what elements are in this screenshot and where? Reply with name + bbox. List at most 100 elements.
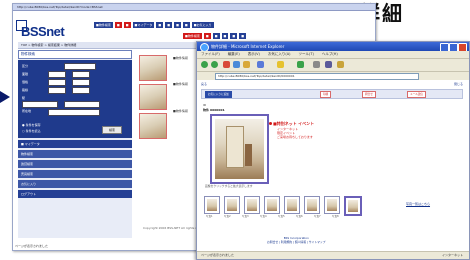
menu-tools[interactable]: ツール(T) — [298, 51, 313, 58]
close-icon[interactable] — [458, 43, 467, 51]
radio-load-option[interactable]: ○ 条件を読込 — [22, 129, 41, 133]
back-link[interactable]: 戻る — [201, 82, 207, 86]
page-heading: 詳細 — [360, 0, 404, 22]
mail-icon[interactable] — [313, 61, 320, 68]
minimize-icon[interactable] — [440, 43, 449, 51]
search-button[interactable]: 検索 — [102, 126, 122, 134]
photo-thumbnail[interactable] — [304, 196, 320, 214]
search-label: 区分 — [22, 64, 29, 68]
top-menu-item[interactable]: ■ — [174, 22, 181, 28]
sidebar-item-logout[interactable]: ログアウト — [18, 190, 132, 198]
top-menu-item[interactable]: ■物件検索 — [94, 22, 113, 28]
photo-caption: 画像をクリックすると拡大表示します — [205, 184, 253, 188]
photo-thumbnail[interactable] — [244, 196, 260, 214]
top-menu-item[interactable]: ■ — [156, 22, 164, 28]
top-menu-item[interactable]: ■ — [165, 22, 173, 28]
photo-thumbnail[interactable] — [324, 196, 340, 214]
browser-menubar: ファイル(F) 編集(E) 表示(V) お気に入り(A) ツール(T) ヘルプ(… — [197, 51, 469, 59]
top-menu: ■物件検索 ■ ■ ■マイデータ ■ ■ ■ ■ ■お気に入り — [94, 22, 214, 28]
property-id-value: 物件 0000001 — [203, 108, 225, 112]
station-field[interactable] — [72, 87, 90, 94]
second-menu-item[interactable]: ■ — [221, 33, 229, 39]
forward-arrow-icon[interactable] — [211, 61, 218, 68]
print-icon[interactable] — [325, 61, 332, 68]
status-text: ページが表示されました — [201, 253, 234, 257]
menu-help[interactable]: ヘルプ(H) — [322, 51, 338, 58]
top-menu-item[interactable]: ■ — [123, 22, 131, 28]
photo-thumbnail[interactable] — [204, 196, 220, 214]
line-field[interactable] — [48, 87, 66, 94]
station-select[interactable] — [22, 101, 58, 108]
menu-view[interactable]: 表示(V) — [248, 51, 260, 58]
search-select-type[interactable] — [64, 63, 96, 70]
top-menu-item[interactable]: ■ — [182, 22, 190, 28]
sidebar-item-rent[interactable]: 賃貸検索 — [18, 160, 132, 168]
arrow-pointer-icon — [0, 91, 10, 103]
browser-toolbar — [197, 59, 469, 72]
result-thumbnail[interactable] — [139, 84, 167, 110]
photo-thumbnail-selected[interactable] — [344, 196, 362, 216]
menu-edit[interactable]: 編集(E) — [228, 51, 240, 58]
search-label: 所在地 — [22, 109, 32, 113]
photo-list-link[interactable]: 写真一覧はこちら — [406, 202, 430, 206]
thumb-label: 写真7 — [314, 215, 321, 218]
print-button[interactable]: 印刷 — [320, 91, 332, 98]
folder-icon[interactable] — [337, 61, 344, 68]
site-logo[interactable]: BSSnet — [21, 24, 65, 39]
second-menu: ■物件検索 ■ ■ ■ ■ ■ — [183, 33, 247, 39]
search-panel-title: 物件検索 — [18, 50, 132, 59]
price-min-field[interactable] — [48, 79, 66, 86]
search-label: 駅 — [22, 96, 26, 100]
footer-links[interactable]: お問合せ | 利用規約 | 個人情報 | サイトマップ — [267, 240, 326, 244]
search-label: 路線 — [22, 88, 29, 92]
search-panel: 区分 面積 価格 路線 駅 所在地 ● 条件を保存 ○ 条件を読込 検索 — [18, 60, 132, 138]
back-window-title: http://cube:8080/bss-net/Top/detail/kenI… — [13, 4, 375, 11]
second-menu-item[interactable]: ■物件検索 — [183, 33, 202, 39]
page-footer: BSS Incorporation お問合せ | 利用規約 | 個人情報 | サ… — [267, 236, 326, 244]
radio-save-option[interactable]: ● 条件を保存 — [22, 123, 41, 127]
photo-thumbnail[interactable] — [284, 196, 300, 214]
add-favorite-button[interactable]: お気に入りに追加 — [205, 91, 232, 98]
back-site-header: BSSnet ■物件検索 ■ ■ ■マイデータ ■ ■ ■ ■ ■お気に入り ■… — [13, 11, 375, 39]
thumb-label: 写真1 — [206, 215, 213, 218]
sidebar-item-sale[interactable]: 売買検索 — [18, 170, 132, 178]
photo-thumbnail[interactable] — [224, 196, 240, 214]
top-menu-item[interactable]: ■ — [114, 22, 122, 28]
main-property-photo[interactable] — [210, 114, 269, 184]
close-window-link[interactable]: 閉じる — [454, 82, 463, 86]
second-menu-item[interactable]: ■ — [230, 33, 238, 39]
history-icon[interactable] — [297, 61, 304, 68]
maximize-icon[interactable] — [449, 43, 458, 51]
second-menu-item[interactable]: ■ — [212, 33, 220, 39]
price-max-field[interactable] — [72, 79, 90, 86]
sidebar-item-favorites[interactable]: お気に入り — [18, 180, 132, 188]
photo-door — [226, 126, 244, 168]
second-menu-item[interactable]: ■ — [203, 33, 211, 39]
home-icon[interactable] — [243, 61, 250, 68]
result-thumbnail[interactable] — [139, 113, 167, 139]
city-select[interactable] — [64, 101, 100, 108]
result-thumbnail[interactable] — [139, 55, 167, 81]
refresh-icon[interactable] — [233, 61, 240, 68]
event-line: ご来場お待ちしております — [277, 135, 313, 139]
area-max-field[interactable] — [72, 71, 90, 78]
search-icon[interactable] — [257, 61, 264, 68]
sidebar-item-mydata[interactable]: ■ マイデータ — [18, 140, 132, 148]
second-menu-item[interactable]: ■ — [239, 33, 247, 39]
inquiry-button[interactable]: 問合せ — [362, 91, 376, 98]
menu-file[interactable]: ファイル(F) — [201, 51, 220, 58]
sidebar-item-search[interactable]: 物件検索 — [18, 150, 132, 158]
photo-stand — [245, 144, 252, 166]
menu-favorites[interactable]: お気に入り(A) — [268, 51, 291, 58]
thumb-label: 写真5 — [278, 215, 285, 218]
top-menu-item[interactable]: ■お気に入り — [191, 22, 214, 28]
top-menu-item[interactable]: ■マイデータ — [132, 22, 155, 28]
favorites-star-icon[interactable] — [277, 61, 284, 68]
back-arrow-icon[interactable] — [201, 61, 208, 68]
stop-icon[interactable] — [223, 61, 230, 68]
address-input[interactable]: http://cube:8080/bss-net/Top/detail/kenI… — [215, 73, 419, 80]
send-mail-button[interactable]: メール送信 — [407, 91, 426, 98]
photo-thumbnail[interactable] — [264, 196, 280, 214]
area-min-field[interactable] — [48, 71, 66, 78]
address-field[interactable] — [48, 109, 100, 116]
